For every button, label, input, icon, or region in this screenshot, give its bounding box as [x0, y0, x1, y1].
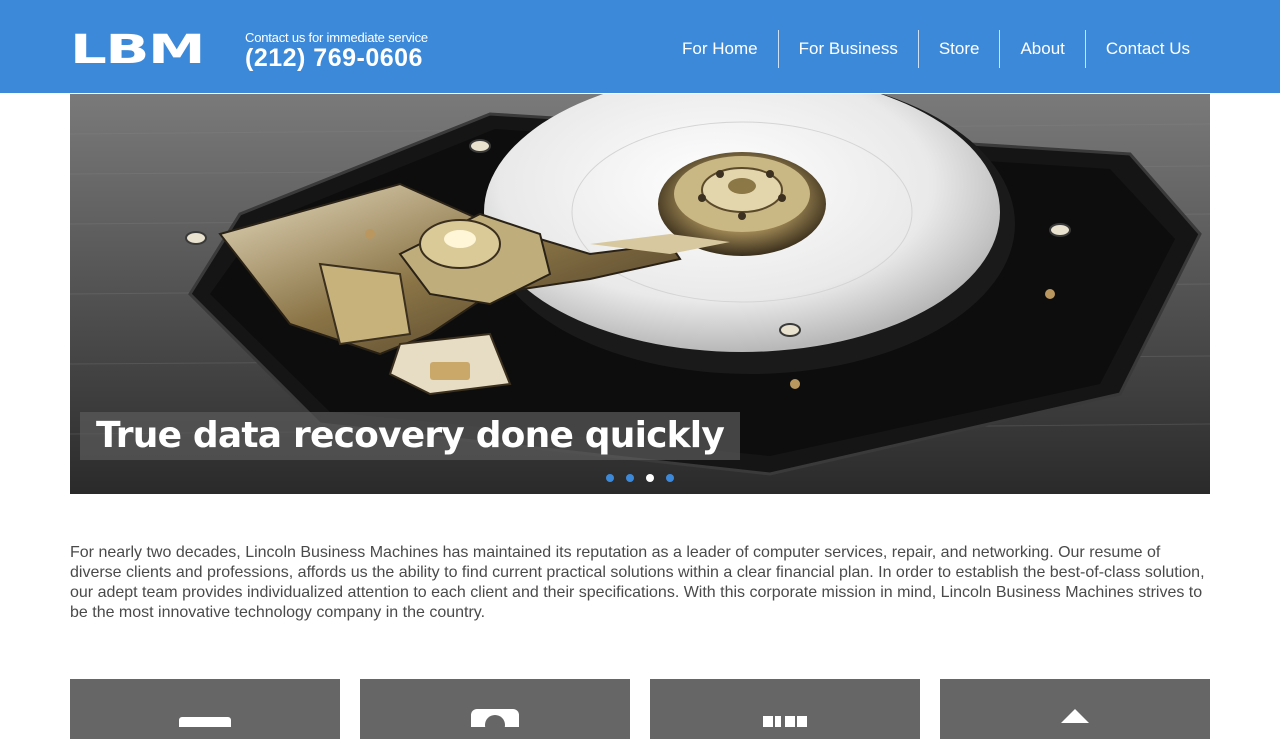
intro-paragraph: For nearly two decades, Lincoln Business… — [70, 544, 1205, 621]
phone-contact: Contact us for immediate service (212) 7… — [245, 30, 428, 71]
lbm-logo[interactable]: LBM — [70, 28, 206, 68]
slider-dot-2[interactable] — [626, 474, 634, 482]
nav-contact-us[interactable]: Contact Us — [1084, 30, 1210, 68]
service-card-home[interactable] — [70, 679, 340, 739]
slider-dot-3[interactable] — [646, 474, 654, 482]
nav-for-home[interactable]: For Home — [662, 30, 778, 68]
slider-dot-1[interactable] — [606, 474, 614, 482]
service-cards — [70, 679, 1210, 739]
main-nav: For Home For Business Store About Contac… — [662, 30, 1210, 68]
service-card-grid[interactable] — [650, 679, 920, 739]
nav-for-business[interactable]: For Business — [777, 30, 918, 68]
svg-text:LBM: LBM — [70, 28, 204, 68]
slider-dot-4[interactable] — [666, 474, 674, 482]
hero-slider: True data recovery done quickly — [70, 94, 1210, 494]
nav-about[interactable]: About — [999, 30, 1084, 68]
site-header: LBM Contact us for immediate service (21… — [0, 0, 1280, 93]
hero-caption: True data recovery done quickly — [80, 412, 741, 460]
slider-dots — [606, 474, 674, 482]
phone-tagline: Contact us for immediate service — [245, 30, 428, 45]
service-card-user[interactable] — [360, 679, 630, 739]
phone-number[interactable]: (212) 769-0606 — [245, 45, 428, 71]
nav-store[interactable]: Store — [917, 30, 1000, 68]
service-card-house[interactable] — [940, 679, 1210, 739]
